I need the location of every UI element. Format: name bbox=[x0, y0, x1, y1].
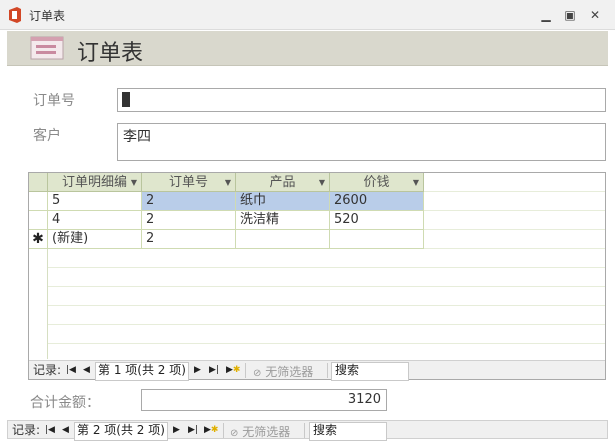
column-header-label: 订单号 bbox=[168, 175, 208, 190]
form-icon bbox=[30, 36, 64, 60]
close-icon: ✕ bbox=[589, 8, 601, 22]
current-record-field[interactable]: 第 1 项(共 2 项) bbox=[95, 362, 189, 381]
last-record-icon[interactable]: ▶| bbox=[188, 424, 198, 436]
cell-price[interactable] bbox=[330, 230, 424, 249]
next-record-icon[interactable]: ▶ bbox=[173, 424, 180, 436]
cell-detail-id[interactable]: 4 bbox=[48, 211, 142, 230]
minimize-button[interactable]: ▁ bbox=[538, 7, 554, 23]
first-record-icon[interactable]: |◀ bbox=[45, 424, 55, 436]
column-header-detail-id[interactable]: 订单明细编 ▼ bbox=[48, 173, 142, 192]
total-amount-label: 合计金额： bbox=[30, 395, 100, 411]
new-record-nav-icon[interactable]: ▶✱ bbox=[204, 424, 218, 436]
next-record-icon[interactable]: ▶ bbox=[194, 364, 201, 376]
new-record-nav-icon[interactable]: ▶✱ bbox=[226, 364, 240, 376]
order-no-field[interactable] bbox=[117, 88, 606, 112]
column-header-label: 订单明细编 bbox=[61, 175, 127, 190]
cell-price[interactable]: 2600 bbox=[330, 192, 424, 211]
subform-record-navigation: 记录: |◀ ◀ 第 1 项(共 2 项) ▶ ▶| ▶✱ ⊘ 无筛选器 搜索 bbox=[29, 360, 605, 381]
no-filter-icon: ⊘ bbox=[230, 428, 239, 439]
record-selector[interactable] bbox=[29, 211, 48, 230]
cell-detail-id[interactable]: 5 bbox=[48, 192, 142, 211]
nav-separator bbox=[245, 363, 246, 378]
dropdown-arrow-icon[interactable]: ▼ bbox=[413, 173, 419, 191]
cell-order-no[interactable]: 2 bbox=[142, 211, 236, 230]
filter-label: 无筛选器 bbox=[265, 365, 314, 379]
nav-separator bbox=[327, 363, 328, 378]
nav-separator bbox=[304, 423, 305, 438]
cell-order-no[interactable]: 2 bbox=[142, 192, 236, 211]
cell-price[interactable]: 520 bbox=[330, 211, 424, 230]
cell-new-record[interactable]: (新建) bbox=[48, 230, 142, 249]
cell-product[interactable] bbox=[236, 230, 330, 249]
filter-label: 无筛选器 bbox=[242, 425, 291, 439]
cell-product[interactable]: 纸巾 bbox=[236, 192, 330, 211]
column-header-product[interactable]: 产品 ▼ bbox=[236, 173, 330, 192]
window-title: 订单表 bbox=[29, 9, 66, 23]
no-filter-icon: ⊘ bbox=[253, 368, 262, 379]
current-record-field[interactable]: 第 2 项(共 2 项) bbox=[74, 422, 168, 441]
filter-status[interactable]: ⊘ 无筛选器 bbox=[253, 363, 313, 380]
customer-field[interactable]: 李四 bbox=[117, 123, 606, 161]
record-label: 记录: bbox=[33, 363, 62, 377]
close-button[interactable]: ✕ bbox=[587, 7, 603, 23]
previous-record-icon[interactable]: ◀ bbox=[83, 364, 90, 376]
new-record-icon[interactable]: ✱ bbox=[29, 230, 48, 249]
dropdown-arrow-icon[interactable]: ▼ bbox=[131, 173, 137, 191]
maximize-button[interactable]: ▣ bbox=[562, 7, 578, 23]
customer-label: 客户 bbox=[33, 128, 61, 144]
nav-separator bbox=[223, 423, 224, 438]
search-input[interactable]: 搜索 bbox=[331, 362, 409, 381]
first-record-icon[interactable]: |◀ bbox=[66, 364, 76, 376]
office-app-icon bbox=[9, 7, 21, 23]
last-record-icon[interactable]: ▶| bbox=[209, 364, 219, 376]
minimize-icon: ▁ bbox=[541, 8, 551, 22]
record-selector[interactable] bbox=[29, 192, 48, 211]
title-bar bbox=[0, 0, 615, 30]
dropdown-arrow-icon[interactable]: ▼ bbox=[319, 173, 325, 191]
column-header-price[interactable]: 价钱 ▼ bbox=[330, 173, 424, 192]
search-input[interactable]: 搜索 bbox=[309, 422, 387, 441]
main-record-navigation: 记录: |◀ ◀ 第 2 项(共 2 项) ▶ ▶| ▶✱ ⊘ 无筛选器 搜索 bbox=[7, 420, 608, 441]
form-title: 订单表 bbox=[77, 41, 144, 66]
record-label: 记录: bbox=[12, 423, 41, 437]
dropdown-arrow-icon[interactable]: ▼ bbox=[225, 173, 231, 191]
column-header-label: 产品 bbox=[269, 175, 296, 190]
order-no-label: 订单号 bbox=[33, 93, 75, 109]
column-header-order-no[interactable]: 订单号 ▼ bbox=[142, 173, 236, 192]
cell-product[interactable]: 洗洁精 bbox=[236, 211, 330, 230]
text-cursor bbox=[122, 92, 130, 107]
total-amount-field[interactable]: 3120 bbox=[141, 389, 387, 411]
select-all-corner[interactable] bbox=[29, 173, 48, 192]
column-header-label: 价钱 bbox=[363, 175, 390, 190]
cell-order-no[interactable]: 2 bbox=[142, 230, 236, 249]
previous-record-icon[interactable]: ◀ bbox=[62, 424, 69, 436]
filter-status[interactable]: ⊘ 无筛选器 bbox=[230, 423, 290, 440]
restore-icon: ▣ bbox=[564, 8, 576, 22]
